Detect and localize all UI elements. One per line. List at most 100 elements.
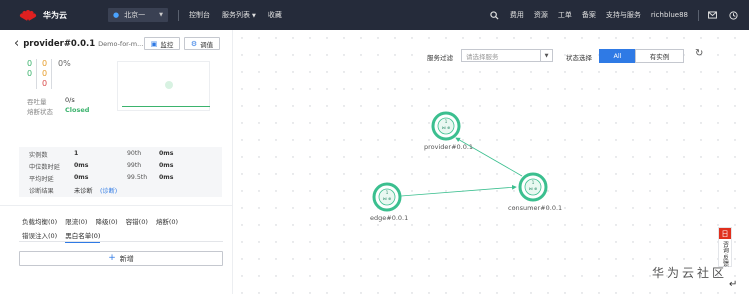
gear-icon: ⚙ bbox=[190, 39, 198, 48]
divider bbox=[36, 59, 37, 89]
status-option-all[interactable]: All bbox=[599, 49, 636, 63]
sparkline-baseline bbox=[122, 106, 210, 107]
topology-area: 1 ⋈ ⊕ 1 ⋈ ⊕ 1 ⋈ ⊕ provider#0.0.1 edge#0.… bbox=[234, 30, 749, 294]
node-edge: 1 ⋈ ⊕ bbox=[372, 182, 402, 212]
back-arrow-icon[interactable]: ‹ bbox=[14, 37, 19, 50]
governance-button[interactable]: ⚙ 调值 bbox=[184, 37, 220, 50]
divider bbox=[178, 9, 179, 21]
tab-load-balance[interactable]: 负载均衡(0) bbox=[22, 216, 57, 226]
node-provider: 1 ⋈ ⊕ bbox=[431, 111, 461, 141]
link-icp-filing[interactable]: 备案 bbox=[582, 10, 596, 20]
region-selector[interactable]: ● 北京一 ▼ bbox=[108, 8, 168, 22]
p995-value: 0ms bbox=[159, 174, 174, 181]
sparkline-point bbox=[165, 81, 173, 89]
warning-count: 0 bbox=[42, 59, 48, 68]
governance-tabs-row-1: 负载均衡(0) 限流(0) 降级(0) 容错(0) 熔断(0) bbox=[22, 216, 186, 226]
monitor-icon: ▣ bbox=[150, 39, 158, 48]
huawei-logo-icon bbox=[19, 10, 37, 21]
top-navigation-bar: 华为云 ● 北京一 ▼ 控制台 服务列表 ▼ 收藏 费用 资源 工单 备案 支持与… bbox=[0, 0, 749, 30]
diagnosis-label: 诊断结果 bbox=[29, 188, 54, 195]
svg-text:1: 1 bbox=[445, 119, 448, 124]
throughput-sparkline bbox=[117, 61, 210, 111]
top-right-links: 费用 资源 工单 备案 支持与服务 richblue88 bbox=[489, 0, 749, 30]
breaker-label: 熔断状态 bbox=[27, 108, 53, 116]
p995-label: 99.5th bbox=[127, 174, 148, 181]
instances-value: 1 bbox=[74, 150, 79, 157]
nav-service-list-label: 服务列表 bbox=[222, 11, 250, 19]
brand-name: 华为云 bbox=[43, 10, 67, 20]
divider bbox=[0, 205, 233, 206]
grid-background bbox=[234, 30, 749, 294]
nav-service-list[interactable]: 服务列表 ▼ bbox=[222, 10, 256, 20]
breaker-status: Closed bbox=[65, 106, 90, 114]
warning-count-secondary: 0 bbox=[42, 69, 48, 78]
p99-value: 0ms bbox=[159, 162, 174, 169]
tab-degrade[interactable]: 降级(0) bbox=[95, 216, 117, 226]
service-title-row: ‹ provider#0.0.1 Demo-for-m... bbox=[14, 37, 143, 50]
region-label: 北京一 bbox=[124, 11, 146, 19]
median-latency-value: 0ms bbox=[74, 162, 89, 169]
link-resources[interactable]: 资源 bbox=[534, 10, 548, 20]
plus-icon: + bbox=[108, 253, 116, 263]
p90-value: 0ms bbox=[159, 150, 174, 157]
tab-circuit-breaker[interactable]: 熔断(0) bbox=[156, 216, 178, 226]
tab-fault-tolerance[interactable]: 容错(0) bbox=[126, 216, 148, 226]
refresh-icon[interactable]: ↻ bbox=[695, 48, 703, 59]
divider bbox=[51, 59, 52, 89]
error-rate: 0% bbox=[58, 59, 71, 68]
monitor-button-label: 监控 bbox=[160, 40, 174, 49]
add-button[interactable]: + 新增 bbox=[19, 251, 223, 266]
service-filter-label: 服务过滤 bbox=[427, 54, 453, 62]
service-detail-panel: ‹ provider#0.0.1 Demo-for-m... ▣ 监控 ⚙ 调值… bbox=[0, 30, 233, 294]
throughput-label: 吞吐量 bbox=[27, 98, 47, 106]
link-support[interactable]: 支持与服务 bbox=[606, 10, 641, 20]
service-description: Demo-for-m... bbox=[98, 39, 144, 48]
p99-label: 99th bbox=[127, 162, 142, 169]
nav-console[interactable]: 控制台 bbox=[189, 10, 210, 20]
median-latency-label: 中位数时延 bbox=[29, 164, 60, 171]
diagnose-link[interactable]: (诊断) bbox=[100, 186, 117, 195]
svg-text:⋈ ⊕: ⋈ ⊕ bbox=[383, 196, 392, 201]
tabs-underline bbox=[19, 241, 223, 242]
monitor-button[interactable]: ▣ 监控 bbox=[144, 37, 180, 50]
feedback-icon: 日 bbox=[719, 228, 731, 239]
location-pin-icon: ● bbox=[113, 11, 120, 19]
success-count: 0 bbox=[27, 59, 33, 68]
user-account[interactable]: richblue88 bbox=[651, 11, 688, 19]
status-filter-label: 状态选择 bbox=[566, 54, 592, 62]
status-option-has-instance[interactable]: 有实例 bbox=[635, 49, 684, 63]
svg-text:⋈ ⊕: ⋈ ⊕ bbox=[529, 186, 538, 191]
divider bbox=[698, 9, 699, 21]
clock-icon[interactable] bbox=[728, 10, 739, 21]
add-button-label: 新增 bbox=[119, 254, 134, 263]
svg-text:1: 1 bbox=[386, 190, 389, 195]
throughput-value: 0/s bbox=[65, 96, 75, 104]
feedback-float-panel[interactable]: 日 咨询·反馈 bbox=[718, 227, 732, 267]
chevron-down-icon: ▼ bbox=[159, 12, 163, 18]
tab-rate-limit[interactable]: 限流(0) bbox=[65, 216, 87, 226]
service-filter-select[interactable]: 请选择服务 ▼ bbox=[461, 49, 553, 62]
nav-favorites[interactable]: 收藏 bbox=[268, 10, 282, 20]
service-filter-placeholder: 请选择服务 bbox=[466, 52, 499, 61]
mail-icon[interactable] bbox=[707, 10, 718, 21]
avg-latency-label: 平均时延 bbox=[29, 176, 54, 183]
chevron-down-icon: ▼ bbox=[540, 50, 552, 61]
error-count: 0 bbox=[42, 79, 48, 88]
instances-label: 实例数 bbox=[29, 152, 48, 159]
chevron-down-icon: ▼ bbox=[252, 13, 256, 19]
p90-label: 90th bbox=[127, 150, 142, 157]
link-billing[interactable]: 费用 bbox=[510, 10, 524, 20]
governance-button-label: 调值 bbox=[200, 40, 214, 49]
svg-text:⋈ ⊕: ⋈ ⊕ bbox=[442, 125, 451, 130]
node-label-edge[interactable]: edge#0.0.1 bbox=[370, 214, 408, 222]
watermark: 华为云社区 bbox=[652, 266, 728, 280]
topology-canvas[interactable]: 1 ⋈ ⊕ 1 ⋈ ⊕ 1 ⋈ ⊕ bbox=[234, 30, 749, 294]
latency-metrics: 实例数 1 90th 0ms 中位数时延 0ms 99th 0ms 平均时延 0… bbox=[19, 147, 222, 197]
node-label-provider[interactable]: provider#0.0.1 bbox=[424, 143, 473, 151]
diagnosis-value: 未诊断 bbox=[74, 188, 93, 195]
search-icon[interactable] bbox=[489, 10, 500, 21]
service-name: provider#0.0.1 bbox=[23, 38, 96, 49]
node-label-consumer[interactable]: consumer#0.0.1 bbox=[508, 204, 562, 212]
huawei-cloud-logo[interactable]: 华为云 bbox=[19, 10, 92, 21]
link-tickets[interactable]: 工单 bbox=[558, 10, 572, 20]
